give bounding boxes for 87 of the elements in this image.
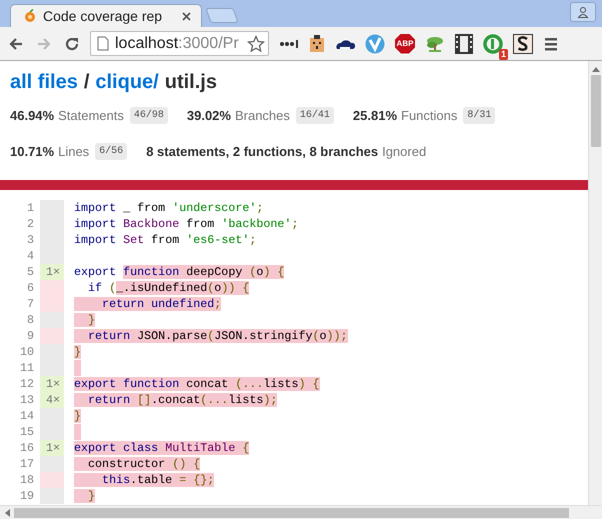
tab-title: Code coverage rep: [43, 8, 164, 24]
line-number: 4: [26, 248, 35, 264]
metric-label: Branches: [234, 108, 290, 122]
line-number: 17: [18, 456, 35, 472]
v-logo-icon[interactable]: [365, 34, 385, 54]
line-number: 11: [18, 360, 35, 376]
code-line: import Set from 'es6-set';: [74, 232, 256, 248]
fruit-icon: [23, 9, 37, 23]
line-number: 18: [18, 472, 35, 488]
metric-label: Functions: [401, 108, 458, 122]
percentage: 25.81%: [352, 108, 397, 122]
breadcrumb-link[interactable]: clique/: [95, 71, 159, 94]
breadcrumb-separator: /: [84, 71, 90, 94]
percentage: 10.71%: [10, 144, 54, 158]
line-number: 9: [26, 328, 35, 344]
hit-count-cell: 1×: [40, 440, 64, 456]
hit-count-cell: [40, 488, 64, 504]
fraction-badge: 46/98: [130, 106, 168, 124]
scroll-left-icon[interactable]: [4, 508, 10, 516]
horizontal-scrollbar[interactable]: [0, 505, 602, 519]
line-number: 7: [26, 296, 35, 312]
hit-count-cell: [40, 360, 64, 376]
line-number: 13: [18, 392, 35, 408]
line-number: 15: [18, 424, 35, 440]
line-number: 8: [26, 312, 35, 328]
hit-count-cell: 1×: [40, 264, 64, 280]
ring-logo-icon[interactable]: [483, 34, 503, 54]
breadcrumb-link[interactable]: all files: [10, 71, 78, 94]
hit-count-cell: [40, 456, 64, 472]
hit-count-cell: [40, 296, 64, 312]
line-number: 19: [18, 488, 35, 504]
line-number: 6: [26, 280, 35, 296]
hit-count-cell: [40, 312, 64, 328]
percentage: 39.02%: [186, 108, 231, 122]
browser-tab[interactable]: Code coverage rep: [10, 4, 202, 27]
page-icon: [97, 36, 109, 51]
file-name: util.js: [164, 71, 217, 94]
s-logo-icon[interactable]: [513, 34, 533, 54]
adblock-badge[interactable]: ABP: [395, 34, 415, 54]
address-bar[interactable]: localhost:3000/Pr: [90, 31, 269, 56]
hit-count-cell: [40, 408, 64, 424]
dots-icon[interactable]: [279, 38, 299, 48]
notification-badge: 1: [498, 48, 508, 60]
profile-button[interactable]: [570, 2, 596, 22]
hit-count-cell: [40, 424, 64, 440]
close-icon[interactable]: [182, 12, 191, 20]
metric-label: Statements: [58, 108, 124, 122]
menu-icon[interactable]: [543, 36, 559, 52]
scroll-up-icon[interactable]: [592, 66, 600, 72]
code-line: import Backbone from 'backbone';: [74, 216, 298, 232]
line-number: 2: [26, 216, 35, 232]
hit-count-cell: 1×: [40, 376, 64, 392]
hit-count-cell: 4×: [40, 392, 64, 408]
line-number: 16: [18, 440, 35, 456]
cloud-icon[interactable]: [335, 38, 355, 50]
fraction-badge: 16/41: [296, 106, 334, 124]
line-number: 1: [26, 200, 35, 216]
code-line: if (_.isUndefined(o)) {: [87, 280, 250, 296]
line-number: 5: [26, 264, 35, 280]
star-icon[interactable]: [247, 34, 265, 52]
tree-icon[interactable]: [425, 34, 445, 52]
ignored-counts: 8 statements, 2 functions, 8 branches: [146, 144, 378, 158]
metric-label: Lines: [58, 144, 90, 158]
film-icon[interactable]: [455, 34, 473, 54]
reload-icon[interactable]: [64, 36, 80, 52]
code-line: export function deepCopy (o) {: [74, 264, 284, 280]
url-text: localhost:3000/Pr: [115, 34, 240, 52]
scroll-thumb[interactable]: [14, 508, 569, 518]
back-icon[interactable]: [8, 36, 24, 52]
code-line: import _ from 'underscore';: [74, 200, 264, 216]
hit-count-cell: [40, 328, 64, 344]
fraction-badge: 8/31: [463, 106, 496, 124]
line-number: 10: [18, 344, 35, 360]
line-number: 14: [18, 408, 35, 424]
fraction-badge: 6/56: [95, 142, 128, 160]
scroll-thumb[interactable]: [590, 75, 600, 147]
ignored-label: Ignored: [382, 144, 426, 158]
face-icon[interactable]: [309, 34, 325, 52]
hit-count-cell: [40, 472, 64, 488]
person-icon: [577, 6, 589, 18]
vertical-scrollbar[interactable]: [588, 61, 602, 505]
line-number: 12: [18, 376, 35, 392]
percentage: 46.94%: [10, 108, 54, 122]
hit-count-cell: [40, 280, 64, 296]
hit-count-cell: [40, 344, 64, 360]
line-number: 3: [26, 232, 35, 248]
hit-count-cell: [40, 248, 64, 264]
